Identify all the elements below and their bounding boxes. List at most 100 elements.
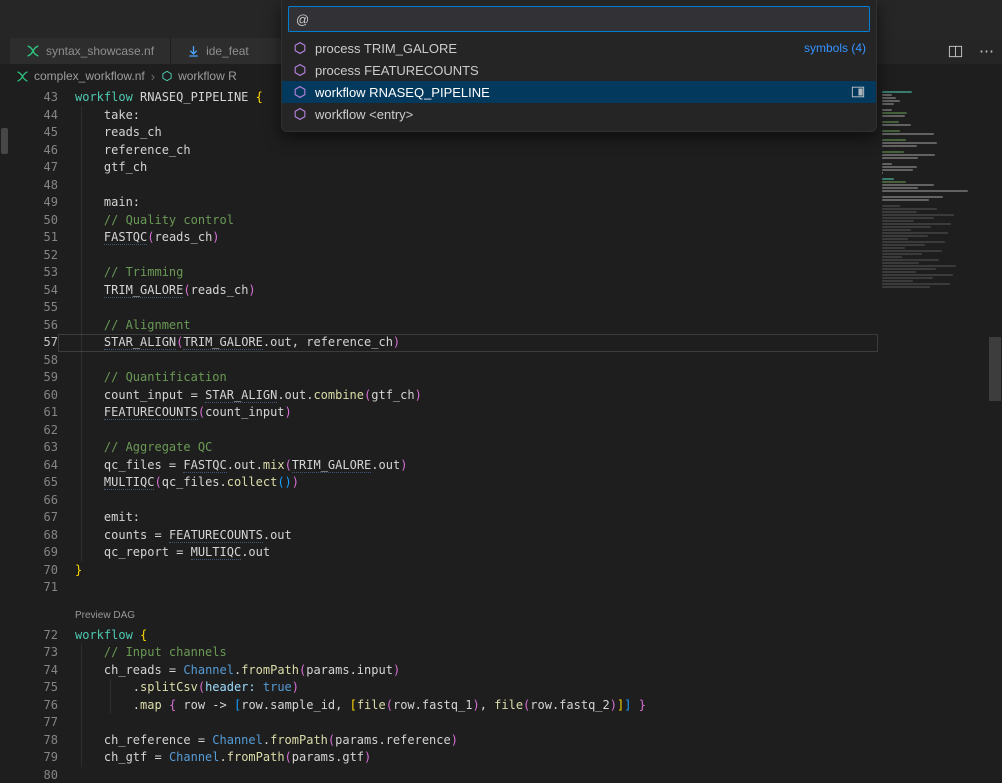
code-token: } — [75, 563, 82, 577]
code-line[interactable]: 47 gtf_ch — [10, 159, 878, 177]
minimap-line — [882, 223, 951, 225]
code-token: Channel — [183, 663, 234, 677]
code-line[interactable]: 67 emit: — [10, 509, 878, 527]
code-token: params.reference — [335, 733, 451, 747]
code-text — [58, 352, 878, 370]
code-text: qc_files = FASTQC.out.mix(TRIM_GALORE.ou… — [58, 457, 878, 475]
quick-pick-item-label: workflow RNASEQ_PIPELINE — [315, 85, 843, 100]
more-actions-icon[interactable]: ⋯ — [971, 38, 1002, 64]
code-token: FEATURECOUNTS — [104, 405, 198, 420]
symbol-namespace-icon — [292, 41, 308, 55]
code-line[interactable]: 51 FASTQC(reads_ch) — [10, 229, 878, 247]
line-number: 55 — [10, 299, 58, 317]
code-line[interactable]: 78 ch_reference = Channel.fromPath(param… — [10, 732, 878, 750]
code-line[interactable]: 55 — [10, 299, 878, 317]
code-token: reads_ch — [104, 125, 162, 139]
code-line[interactable]: 62 — [10, 422, 878, 440]
code-line[interactable]: 54 TRIM_GALORE(reads_ch) — [10, 282, 878, 300]
code-line[interactable]: 71 — [10, 579, 878, 597]
code-line[interactable]: 60 count_input = STAR_ALIGN.out.combine(… — [10, 387, 878, 405]
code-token: ch_reads = — [104, 663, 183, 677]
code-token: ch_reference = — [104, 733, 212, 747]
vertical-scrollbar[interactable] — [988, 88, 1002, 783]
code-line[interactable]: 52 — [10, 247, 878, 265]
scrollbar-thumb[interactable] — [989, 337, 1001, 401]
code-token: reads_ch — [191, 283, 249, 297]
minimap-line — [882, 226, 931, 228]
line-number: 73 — [10, 644, 58, 662]
tab-syntax-showcase[interactable]: syntax_showcase.nf — [10, 38, 171, 64]
code-line[interactable]: 48 — [10, 177, 878, 195]
quick-pick-item[interactable]: process FEATURECOUNTS — [282, 59, 876, 81]
quick-pick-item[interactable]: process TRIM_GALOREsymbols (4) — [282, 37, 876, 59]
code-line[interactable]: 61 FEATURECOUNTS(count_input) — [10, 404, 878, 422]
code-token: combine — [313, 388, 364, 402]
code-line[interactable]: 50 // Quality control — [10, 212, 878, 230]
code-line[interactable]: 69 qc_report = MULTIQC.out — [10, 544, 878, 562]
code-line[interactable]: 59 // Quantification — [10, 369, 878, 387]
code-line[interactable]: 53 // Trimming — [10, 264, 878, 282]
code-line[interactable]: 80 — [10, 767, 878, 783]
code-text — [58, 579, 878, 597]
split-editor-icon[interactable] — [940, 38, 971, 64]
code-token: // Aggregate QC — [75, 440, 212, 454]
code-line[interactable]: 66 — [10, 492, 878, 510]
code-token: FASTQC — [104, 230, 147, 245]
code-line[interactable]: 49 main: — [10, 194, 878, 212]
code-line[interactable]: 63 // Aggregate QC — [10, 439, 878, 457]
line-number: 65 — [10, 474, 58, 492]
symbol-search-input[interactable] — [288, 6, 870, 32]
line-number: 68 — [10, 527, 58, 545]
code-line[interactable]: 68 counts = FEATURECOUNTS.out — [10, 527, 878, 545]
code-line[interactable]: 77 — [10, 714, 878, 732]
line-number: 45 — [10, 124, 58, 142]
minimap-line — [882, 199, 929, 201]
quick-pick-item[interactable]: workflow RNASEQ_PIPELINE — [282, 81, 876, 103]
code-line[interactable]: 57 STAR_ALIGN(TRIM_GALORE.out, reference… — [10, 334, 878, 352]
code-text: .map { row -> [row.sample_id, [file(row.… — [58, 697, 878, 715]
quick-pick-item[interactable]: workflow <entry> — [282, 103, 876, 125]
minimap-line — [882, 169, 913, 171]
code-token: .out. — [227, 458, 263, 472]
code-line[interactable]: 58 — [10, 352, 878, 370]
code-text: } — [58, 562, 878, 580]
line-number: 74 — [10, 662, 58, 680]
minimap-line — [882, 280, 913, 282]
editor[interactable]: 43workflow RNASEQ_PIPELINE {44 take:45 r… — [10, 88, 878, 783]
code-line[interactable]: 74 ch_reads = Channel.fromPath(params.in… — [10, 662, 878, 680]
code-line[interactable]: 56 // Alignment — [10, 317, 878, 335]
line-number: 54 — [10, 282, 58, 300]
code-line[interactable]: 76 .map { row -> [row.sample_id, [file(r… — [10, 697, 878, 715]
code-token: . — [263, 733, 270, 747]
quick-pick-input-row — [282, 0, 876, 37]
code-line[interactable]: 73 // Input channels — [10, 644, 878, 662]
chevron-right-icon: › — [150, 69, 156, 84]
sash-handle[interactable] — [1, 128, 8, 154]
open-to-side-icon[interactable] — [850, 85, 866, 99]
codelens-preview-dag[interactable]: Preview DAG — [10, 597, 878, 627]
code-line[interactable]: 72workflow { — [10, 627, 878, 645]
code-line[interactable]: 79 ch_gtf = Channel.fromPath(params.gtf) — [10, 749, 878, 767]
code-token: ( — [183, 283, 190, 297]
code-text — [58, 247, 878, 265]
code-text: TRIM_GALORE(reads_ch) — [58, 282, 878, 300]
code-line[interactable]: 75 .splitCsv(header: true) — [10, 679, 878, 697]
symbol-namespace-icon — [292, 85, 308, 99]
breadcrumb-symbol[interactable]: workflow R — [178, 69, 237, 83]
breadcrumb-file[interactable]: complex_workflow.nf — [34, 69, 145, 83]
code-line[interactable]: 64 qc_files = FASTQC.out.mix(TRIM_GALORE… — [10, 457, 878, 475]
code-token — [75, 475, 104, 489]
minimap[interactable] — [878, 88, 988, 783]
code-token — [75, 405, 104, 419]
code-token: ( — [285, 750, 292, 764]
code-token — [75, 143, 104, 157]
code-line[interactable]: 46 reference_ch — [10, 142, 878, 160]
code-text: // Aggregate QC — [58, 439, 878, 457]
code-line[interactable]: 70} — [10, 562, 878, 580]
code-line[interactable]: 65 MULTIQC(qc_files.collect()) — [10, 474, 878, 492]
editor-area: 43workflow RNASEQ_PIPELINE {44 take:45 r… — [0, 88, 1002, 783]
code-token: .out — [263, 528, 292, 542]
minimap-line — [882, 229, 911, 231]
line-number: 58 — [10, 352, 58, 370]
minimap-line — [882, 268, 936, 270]
